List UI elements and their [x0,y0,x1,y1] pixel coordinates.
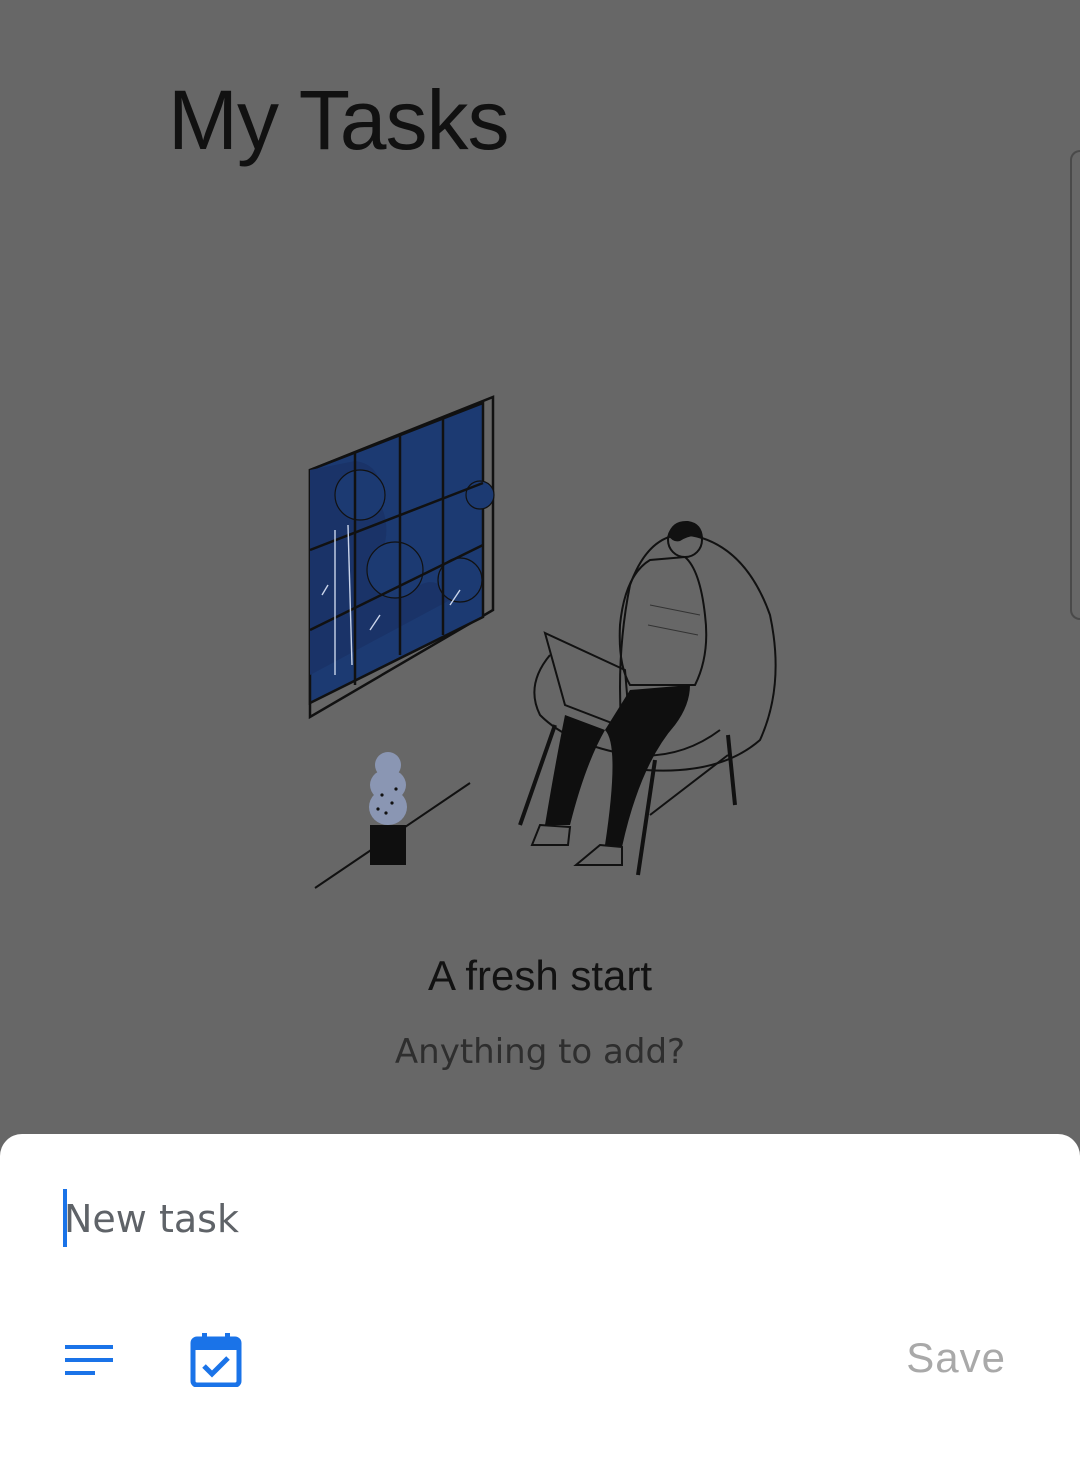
new-task-sheet: Save [0,1134,1080,1459]
calendar-check-icon [190,1333,242,1387]
text-cursor [63,1189,67,1247]
edge-scroll-handle[interactable] [1070,150,1080,620]
add-details-button[interactable] [62,1332,118,1388]
page-title: My Tasks [168,73,510,167]
empty-state-title: A fresh start [427,952,653,999]
details-lines-icon [65,1345,113,1375]
add-date-button[interactable] [188,1332,244,1388]
empty-state-subtitle: Anything to add? [394,1032,686,1072]
save-button[interactable]: Save [906,1334,1006,1382]
empty-state-illustration [308,395,777,889]
new-task-input[interactable] [60,1184,964,1254]
